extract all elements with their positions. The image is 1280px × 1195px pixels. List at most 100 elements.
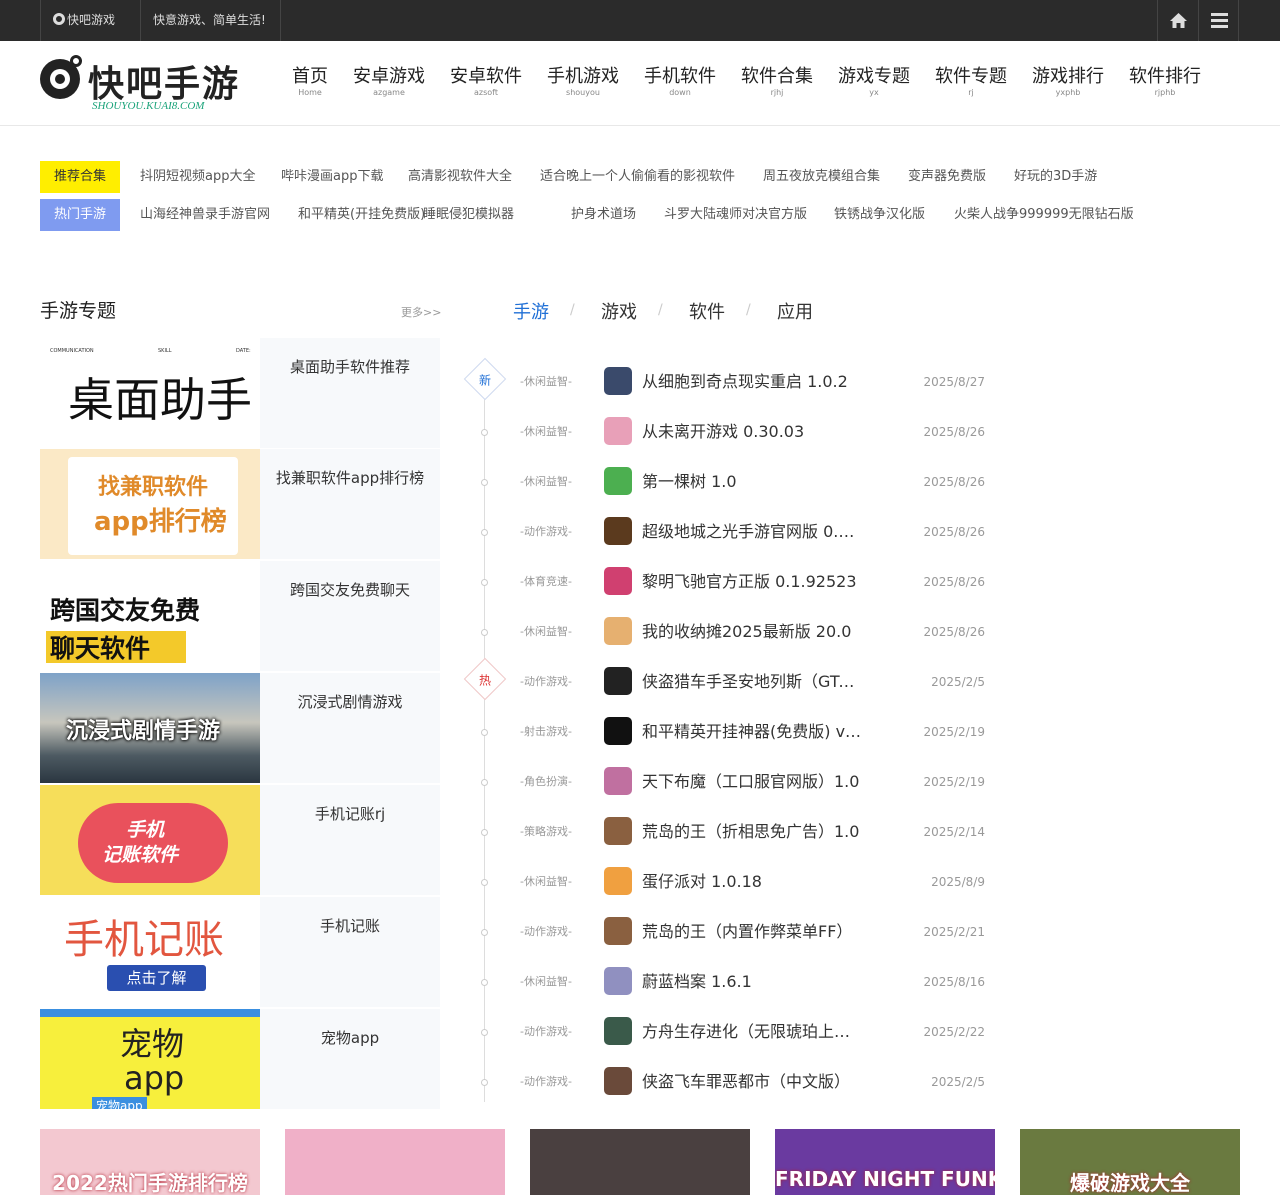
hot-tag[interactable]: 铁锈战争汉化版 — [834, 199, 925, 231]
topic-card[interactable]: 跨国交友免费 聊天软件 跨国交友免费聊天 — [40, 561, 440, 671]
tab-games[interactable]: 游戏 — [601, 298, 637, 324]
app-icon[interactable] — [604, 817, 632, 845]
tab-shouyou[interactable]: 手游 — [513, 298, 549, 324]
thumbnail-card[interactable] — [285, 1129, 505, 1195]
timeline-node — [481, 629, 488, 636]
list-item[interactable]: -休闲益智- 我的收纳摊2025最新版 20.0 2025/8/26 — [460, 607, 1020, 657]
list-item[interactable]: -动作游戏- 超级地城之光手游官网版 0.5.62 2025/8/26 — [460, 507, 1020, 557]
nav-label: 安卓游戏 — [353, 66, 425, 87]
topic-card[interactable]: 手机记账 点击了解 手机记账 — [40, 897, 440, 1007]
app-icon[interactable] — [604, 767, 632, 795]
thumbnail-card[interactable]: 2022热门手游排行榜 — [40, 1129, 260, 1195]
item-title[interactable]: 和平精英开挂神器(免费版) v1.0 — [642, 707, 862, 757]
recommend-tag[interactable]: 哔咔漫画app下载 — [281, 161, 383, 193]
topic-card[interactable]: 找兼职软件 app排行榜 找兼职软件app排行榜 — [40, 449, 440, 559]
item-title[interactable]: 第一棵树 1.0 — [642, 457, 862, 507]
app-icon[interactable] — [604, 667, 632, 695]
item-title[interactable]: 我的收纳摊2025最新版 20.0 — [642, 607, 862, 657]
thumbnail-card[interactable]: 爆破游戏大全 — [1020, 1129, 1240, 1195]
item-title[interactable]: 侠盗猎车手圣安地列斯（GTA） — [642, 657, 862, 707]
timeline-node — [481, 979, 488, 986]
nav-item-rj[interactable]: 软件专题 rj — [935, 66, 1007, 98]
list-item[interactable]: -动作游戏- 荒岛的王（内置作弊菜单FF） 2025/2/21 — [460, 907, 1020, 957]
app-icon[interactable] — [604, 567, 632, 595]
app-icon[interactable] — [604, 1017, 632, 1045]
list-item[interactable]: -角色扮演- 天下布魔（工口服官网版）1.0 2025/2/19 — [460, 757, 1020, 807]
app-icon[interactable] — [604, 617, 632, 645]
app-icon[interactable] — [604, 517, 632, 545]
thumbnail-card[interactable] — [530, 1129, 750, 1195]
list-item[interactable]: -休闲益智- 蛋仔派对 1.0.18 2025/8/9 — [460, 857, 1020, 907]
item-title[interactable]: 从未离开游戏 0.30.03 — [642, 407, 862, 457]
nav-item-rjhj[interactable]: 软件合集 rjhj — [741, 66, 813, 98]
list-item[interactable]: -休闲益智- 蔚蓝档案 1.6.1 2025/8/16 — [460, 957, 1020, 1007]
nav-item-down[interactable]: 手机软件 down — [644, 66, 716, 98]
list-item[interactable]: -休闲益智- 从未离开游戏 0.30.03 2025/8/26 — [460, 407, 1020, 457]
recommend-tag[interactable]: 周五夜放克模组合集 — [763, 161, 880, 193]
hot-tag[interactable]: 和平精英(开挂免费版) — [298, 199, 425, 231]
item-title[interactable]: 荒岛的王（折相思免广告）1.0 — [642, 807, 862, 857]
list-item[interactable]: -动作游戏- 侠盗飞车罪恶都市（中文版） 2025/2/5 — [460, 1057, 1020, 1107]
topic-card[interactable]: COMMUNICATION SKILL DATE: 桌面助手 桌面助手软件推荐 — [40, 338, 440, 448]
hot-tag[interactable]: 山海经神兽录手游官网 — [140, 199, 270, 231]
nav-item-azsoft[interactable]: 安卓软件 azsoft — [450, 66, 522, 98]
app-icon[interactable] — [604, 1067, 632, 1095]
item-title[interactable]: 黎明飞驰官方正版 0.1.92523 — [642, 557, 862, 607]
item-title[interactable]: 从细胞到奇点现实重启 1.0.2 — [642, 357, 862, 407]
hot-tag[interactable]: 睡眠侵犯模拟器 — [423, 199, 514, 231]
app-icon[interactable] — [604, 867, 632, 895]
app-icon[interactable] — [604, 967, 632, 995]
nav-item-yxphb[interactable]: 游戏排行 yxphb — [1032, 66, 1104, 98]
item-title[interactable]: 侠盗飞车罪恶都市（中文版） — [642, 1057, 862, 1107]
list-item[interactable]: 新 -休闲益智- 从细胞到奇点现实重启 1.0.2 2025/8/27 — [460, 357, 1020, 407]
recommend-tag[interactable]: 适合晚上一个人偷偷看的影视软件 — [540, 161, 735, 193]
nav-item-rjphb[interactable]: 软件排行 rjphb — [1129, 66, 1201, 98]
topic-card[interactable]: 手机 记账软件 手机记账rj — [40, 785, 440, 895]
timeline-node — [481, 879, 488, 886]
item-title[interactable]: 蛋仔派对 1.0.18 — [642, 857, 862, 907]
recommend-tag[interactable]: 好玩的3D手游 — [1014, 161, 1097, 193]
app-icon[interactable] — [604, 367, 632, 395]
hot-badge: 热 — [463, 657, 507, 701]
list-item[interactable]: -体育竞速- 黎明飞驰官方正版 0.1.92523 2025/8/26 — [460, 557, 1020, 607]
nav-item-yx[interactable]: 游戏专题 yx — [838, 66, 910, 98]
topics-more-link[interactable]: 更多>> — [401, 304, 441, 320]
hot-tag[interactable]: 斗罗大陆魂师对决官方版 — [664, 199, 807, 231]
list-item[interactable]: -休闲益智- 第一棵树 1.0 2025/8/26 — [460, 457, 1020, 507]
app-icon[interactable] — [604, 467, 632, 495]
list-item[interactable]: -动作游戏- 方舟生存进化（无限琥珀上帝版） 2025/2/22 — [460, 1007, 1020, 1057]
recommend-tag[interactable]: 变声器免费版 — [908, 161, 986, 193]
tab-apps[interactable]: 应用 — [777, 298, 813, 324]
app-icon[interactable] — [604, 417, 632, 445]
recommend-tag[interactable]: 高清影视软件大全 — [408, 161, 512, 193]
site-home-link[interactable]: 快吧游戏 — [40, 0, 141, 41]
item-date: 2025/2/22 — [923, 1025, 985, 1039]
list-item[interactable]: 热 -动作游戏- 侠盗猎车手圣安地列斯（GTA） 2025/2/5 — [460, 657, 1020, 707]
item-title[interactable]: 荒岛的王（内置作弊菜单FF） — [642, 907, 862, 957]
app-icon[interactable] — [604, 717, 632, 745]
thumbnail-card[interactable]: FRIDAY NIGHT FUNKIN — [775, 1129, 995, 1195]
item-title[interactable]: 天下布魔（工口服官网版）1.0 — [642, 757, 862, 807]
item-title[interactable]: 蔚蓝档案 1.6.1 — [642, 957, 862, 1007]
nav-item-shouyou[interactable]: 手机游戏 shouyou — [547, 66, 619, 98]
timeline-node — [481, 429, 488, 436]
item-title[interactable]: 方舟生存进化（无限琥珀上帝版） — [642, 1007, 862, 1057]
home-button[interactable] — [1157, 0, 1198, 41]
site-logo[interactable]: 快吧手游 SHOUYOU.KUAI8.COM — [40, 55, 260, 115]
slogan-text: 快意游戏、简单生活! — [153, 13, 266, 27]
nav-item-home[interactable]: 首页 Home — [292, 66, 328, 98]
category-label: -动作游戏- — [520, 525, 572, 538]
list-item[interactable]: -射击游戏- 和平精英开挂神器(免费版) v1.0 2025/2/19 — [460, 707, 1020, 757]
recommend-tag[interactable]: 抖阴短视频app大全 — [140, 161, 255, 193]
hot-tag[interactable]: 护身术道场 — [571, 199, 636, 231]
item-title[interactable]: 超级地城之光手游官网版 0.5.62 — [642, 507, 862, 557]
nav-item-azgame[interactable]: 安卓游戏 azgame — [353, 66, 425, 98]
hot-tag[interactable]: 火柴人战争999999无限钻石版 — [954, 199, 1134, 231]
list-item[interactable]: -策略游戏- 荒岛的王（折相思免广告）1.0 2025/2/14 — [460, 807, 1020, 857]
tab-software[interactable]: 软件 — [689, 298, 725, 324]
app-icon[interactable] — [604, 917, 632, 945]
topic-card[interactable]: 宠物 app 宠物app 宠物app — [40, 1009, 440, 1109]
menu-button[interactable] — [1198, 0, 1239, 41]
topic-card[interactable]: 沉浸式剧情手游 沉浸式剧情游戏 — [40, 673, 440, 783]
hot-tags-row: 热门手游 山海经神兽录手游官网 和平精英(开挂免费版) 睡眠侵犯模拟器 护身术道场 斗罗… — [40, 199, 1240, 231]
